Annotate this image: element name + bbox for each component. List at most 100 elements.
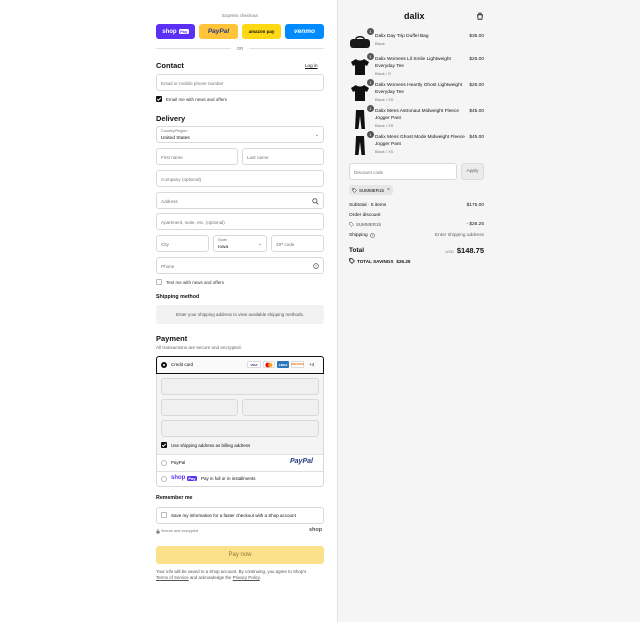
item-title: Dalix Mens Astronaut Midweight Fleece Jo… — [375, 109, 459, 121]
total-amount: USD $148.75 — [445, 246, 484, 255]
text-news-checkbox[interactable] — [156, 279, 162, 285]
company-field[interactable]: Company (optional) — [156, 170, 324, 187]
zip-placeholder: ZIP code — [276, 241, 295, 247]
save-info-label: Save my information for a faster checkou… — [171, 513, 296, 518]
paypal-radio[interactable] — [161, 460, 167, 466]
cart-bag-icon[interactable] — [476, 12, 484, 20]
currency-code: USD — [445, 249, 454, 254]
chevron-down-icon: ⌄ — [257, 241, 262, 247]
state-label: State — [218, 238, 227, 242]
name-on-card-field[interactable] — [161, 420, 319, 437]
card-number-field[interactable] — [161, 378, 319, 395]
quantity-badge: 1 — [367, 79, 374, 86]
more-cards-badge: +4 — [309, 362, 315, 367]
phone-placeholder: Phone — [161, 263, 175, 269]
address-placeholder: Address — [161, 198, 178, 204]
discount-code-field[interactable]: Discount code — [349, 163, 457, 180]
shipping-label: Shipping ? — [349, 233, 375, 238]
save-info-checkbox[interactable] — [161, 512, 167, 518]
amazon-pay-button[interactable]: amazon pay — [242, 24, 281, 39]
discount-placeholder: Discount code — [354, 169, 384, 175]
jogger-pants-icon — [355, 109, 365, 129]
paypal-option-label[interactable]: PayPal — [171, 460, 185, 465]
email-placeholder: Email or mobile phone number — [161, 80, 224, 86]
order-discount-value: - $26.25 — [466, 222, 484, 227]
quantity-badge: 1 — [367, 131, 374, 138]
item-title: Dalix Womens Heartly Ghost Lightweight E… — [375, 83, 463, 95]
item-variant: Black / XS — [375, 97, 394, 102]
contact-heading: Contact — [156, 61, 184, 70]
divider — [157, 471, 323, 472]
lock-icon — [156, 529, 160, 534]
item-variant: Black / XS — [375, 123, 394, 128]
savings-value: $26.25 — [396, 258, 411, 264]
city-field[interactable]: City — [156, 235, 209, 252]
privacy-link[interactable]: Privacy Policy — [233, 575, 260, 580]
product-thumbnail: 1 — [349, 131, 374, 156]
item-price: $45.00 — [469, 109, 484, 114]
subtotal-value: $175.00 — [466, 203, 484, 208]
pay-now-button[interactable]: Pay now — [156, 546, 324, 564]
zip-field[interactable]: ZIP code — [271, 235, 324, 252]
last-name-field[interactable]: Last name — [242, 148, 324, 165]
item-price: $25.00 — [469, 57, 484, 62]
jogger-pants-icon — [355, 135, 365, 155]
item-variant: Black / XS — [375, 149, 394, 154]
email-field[interactable]: Email or mobile phone number — [156, 74, 324, 91]
state-select[interactable]: State Iowa ⌄ — [213, 235, 267, 252]
search-icon — [312, 197, 319, 205]
item-variant: Black / S — [375, 71, 391, 76]
help-icon[interactable]: ? — [369, 233, 375, 238]
mastercard-icon — [263, 361, 275, 368]
shop-pay-option-label[interactable]: Pay in full or in installments — [201, 476, 256, 481]
paypal-express-button[interactable]: PayPal — [199, 24, 238, 39]
product-thumbnail: 1 — [349, 105, 374, 130]
paypal-logo: PayPal — [290, 458, 313, 465]
shop-brand: shop — [309, 527, 323, 533]
phone-field[interactable]: Phone ? — [156, 257, 324, 274]
terms-link[interactable]: Terms of Service — [156, 575, 189, 580]
item-price: $45.00 — [469, 135, 484, 140]
subtotal-label: Subtotal · 5 items — [349, 203, 387, 208]
last-name-placeholder: Last name — [247, 154, 269, 160]
quantity-badge: 1 — [367, 105, 374, 112]
login-link[interactable]: Log in — [305, 63, 318, 68]
apply-button[interactable]: Apply — [461, 163, 484, 180]
tag-icon — [349, 258, 355, 264]
billing-address-label: Use shipping address as billing address — [171, 443, 251, 448]
shop-pay-button[interactable]: shop Pay — [156, 24, 195, 39]
payment-heading: Payment — [156, 334, 188, 343]
security-code-field[interactable] — [242, 399, 319, 416]
total-savings: TOTAL SAVINGS $26.25 — [349, 258, 410, 264]
credit-card-radio[interactable] — [161, 362, 167, 368]
help-icon[interactable]: ? — [313, 263, 319, 269]
first-name-placeholder: First name — [161, 154, 183, 160]
or-separator: OR — [236, 45, 244, 51]
apartment-field[interactable]: Apartment, suite, etc. (optional) — [156, 213, 324, 230]
duffel-bag-icon — [350, 36, 370, 48]
email-news-checkbox[interactable] — [156, 96, 162, 102]
country-select[interactable]: Country/Region United States ⌄ — [156, 126, 324, 143]
apartment-placeholder: Apartment, suite, etc. (optional) — [161, 219, 225, 225]
tag-icon — [352, 187, 357, 193]
product-thumbnail: 1 — [349, 53, 374, 78]
shop-pay-radio[interactable] — [161, 476, 167, 482]
billing-address-checkbox[interactable] — [161, 442, 167, 448]
shipping-notice: Enter your shipping address to view avai… — [156, 305, 324, 324]
city-placeholder: City — [161, 241, 169, 247]
order-discount-code: SUMMER15 — [349, 222, 381, 227]
tag-icon — [349, 222, 354, 227]
company-placeholder: Company (optional) — [161, 176, 202, 182]
country-label: Country/Region — [161, 129, 188, 133]
store-logo[interactable]: dalix — [404, 11, 425, 21]
discover-icon: DISCOVER — [291, 361, 304, 368]
first-name-field[interactable]: First name — [156, 148, 238, 165]
remove-discount-icon[interactable]: × — [387, 187, 390, 193]
credit-card-label: Credit card — [171, 362, 194, 367]
item-title: Dalix Womens Lil Smile Lightweight Every… — [375, 57, 451, 69]
address-field[interactable]: Address — [156, 192, 324, 209]
expiration-field[interactable] — [161, 399, 238, 416]
venmo-button[interactable]: venmo — [285, 24, 324, 39]
text-news-label: Text me with news and offers — [166, 280, 224, 285]
divider — [156, 48, 231, 49]
